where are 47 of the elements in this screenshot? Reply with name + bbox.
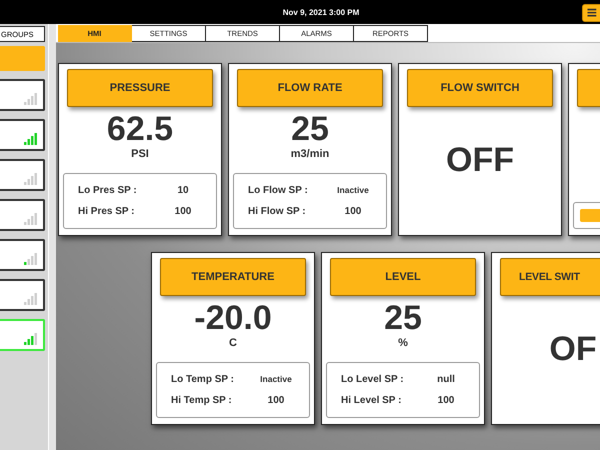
sidebar-item[interactable] xyxy=(0,239,45,271)
signal-icon xyxy=(24,293,38,305)
setpoint-value: Inactive xyxy=(259,374,293,385)
setpoint-label: Hi Level SP : xyxy=(341,395,402,406)
sensor-unit: PSI xyxy=(131,148,149,160)
sidebar-item[interactable] xyxy=(0,199,45,231)
sensor-title: PRESSURE xyxy=(67,69,213,107)
signal-icon xyxy=(24,93,38,105)
setpoint-value: 100 xyxy=(174,206,192,217)
switch-state: OFF xyxy=(446,141,514,180)
sensor-title: LEVEL xyxy=(330,258,476,296)
sensor-title: LEVEL SWIT xyxy=(500,258,600,296)
sidebar-item[interactable] xyxy=(0,159,45,191)
sensor-value: 25 xyxy=(384,300,422,336)
sensor-title: FLOW SWITCH xyxy=(407,69,553,107)
switch-state: OF xyxy=(549,330,597,369)
setpoint-label: Lo Level SP : xyxy=(341,374,405,385)
menu-button[interactable]: ≡ xyxy=(582,4,600,22)
sidebar-item[interactable] xyxy=(0,119,45,151)
setpoint-value: null xyxy=(436,374,456,385)
setpoint-label: Lo Temp SP : xyxy=(171,374,235,385)
date-time: Nov 9, 2021 3:00 PM xyxy=(282,8,360,16)
sidebar-item[interactable] xyxy=(0,279,45,311)
setpoint-value: Inactive xyxy=(336,185,370,196)
signal-icon xyxy=(24,133,38,145)
setpoint-value: 100 xyxy=(344,206,362,217)
setpoint-label: Hi Temp SP : xyxy=(171,395,233,406)
setpoint-label: Lo Flow SP : xyxy=(248,185,309,196)
setpoint-label: Hi Pres SP : xyxy=(78,206,136,217)
sensor-value: 25 xyxy=(291,111,329,147)
sidebar-item[interactable] xyxy=(0,79,45,111)
sensor-unit: C xyxy=(229,337,237,349)
setpoint-value: 100 xyxy=(266,395,286,406)
setpoint-label: Lo Pres SP : xyxy=(78,185,138,196)
sensor-unit: % xyxy=(398,337,408,349)
sensor-unit: m3/min xyxy=(290,148,330,160)
sensor-value: -20.0 xyxy=(194,300,272,336)
signal-icon xyxy=(24,333,38,345)
signal-icon xyxy=(24,213,38,225)
sensor-title: TEMPERATURE xyxy=(160,258,306,296)
signal-icon xyxy=(24,173,38,185)
setpoint-value: 10 xyxy=(176,185,190,196)
sensor-value: 62.5 xyxy=(106,111,174,147)
sensor-title: FLOW RATE xyxy=(237,69,383,107)
signal-icon xyxy=(24,253,38,265)
setpoint-label: Hi Flow SP : xyxy=(248,206,307,217)
setpoint-value: 100 xyxy=(436,395,456,406)
